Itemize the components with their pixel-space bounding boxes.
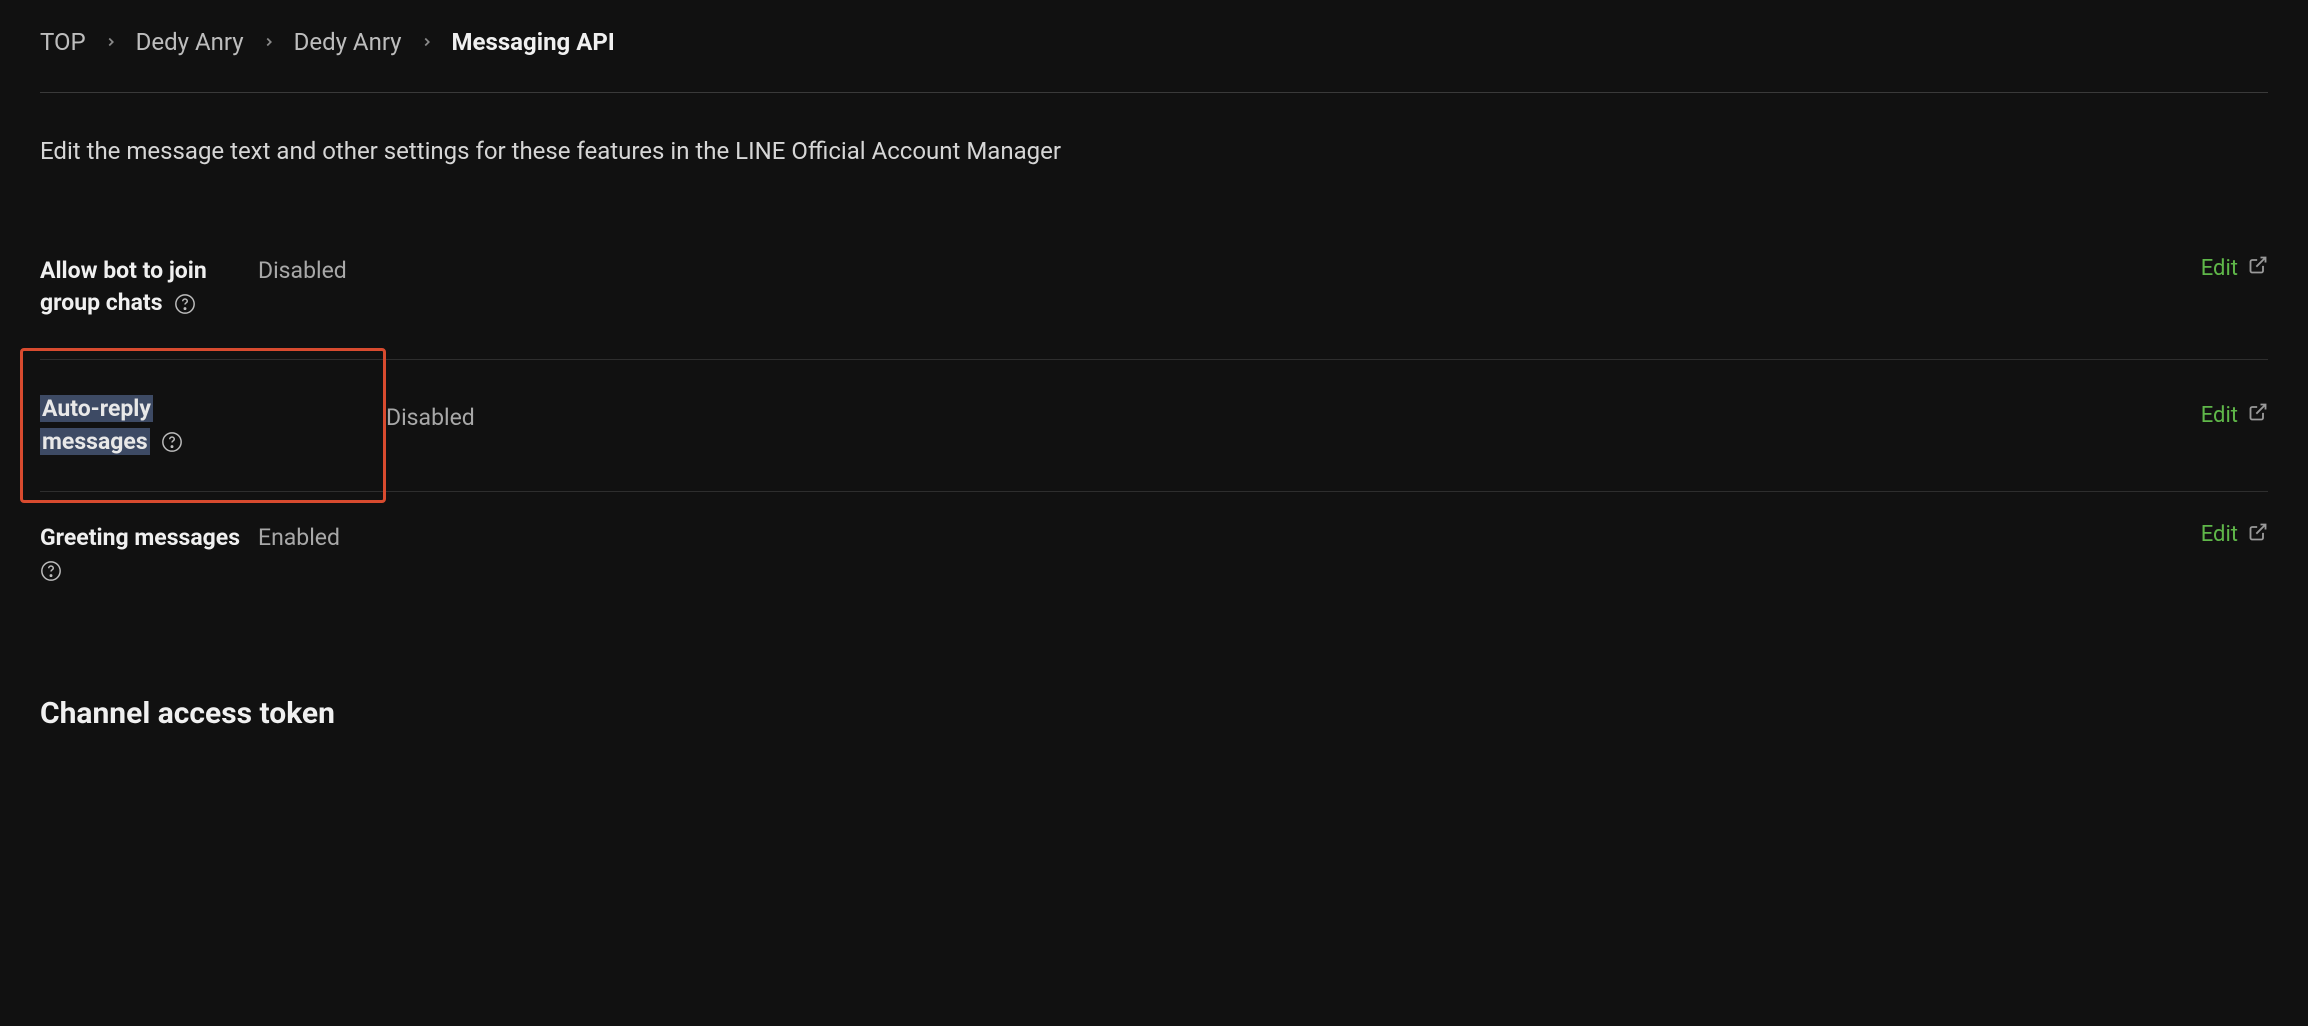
edit-link-text: Edit [2201, 256, 2238, 281]
breadcrumb-item-provider[interactable]: Dedy Anry [136, 28, 244, 56]
help-icon[interactable] [161, 431, 183, 453]
setting-value-allow-bot: Disabled [258, 255, 2268, 287]
edit-link-auto-reply[interactable]: Edit [2201, 402, 2268, 428]
setting-label-greeting: Greeting messages [40, 522, 258, 586]
setting-label-auto-reply: Auto-reply messages [40, 393, 258, 457]
highlighted-annotation-box: Auto-reply messages [20, 348, 386, 502]
setting-row-auto-reply: Auto-reply messages Disabled Edit [40, 360, 2268, 491]
setting-row-allow-bot: Allow bot to join group chats Disabled E… [40, 225, 2268, 360]
settings-group: Allow bot to join group chats Disabled E… [40, 225, 2268, 626]
highlighted-label-line1: Auto-reply [40, 395, 153, 422]
edit-link-allow-bot[interactable]: Edit [2201, 255, 2268, 281]
highlighted-label-line2: messages [40, 428, 150, 455]
edit-link-text: Edit [2201, 522, 2238, 547]
setting-label-text: Greeting messages [40, 524, 240, 551]
external-link-icon [2248, 522, 2268, 548]
edit-link-text: Edit [2201, 403, 2238, 428]
breadcrumb-item-current: Messaging API [452, 28, 615, 56]
section-title-channel-access-token: Channel access token [40, 696, 2268, 731]
breadcrumb-item-top[interactable]: TOP [40, 28, 86, 56]
setting-value-auto-reply: Disabled [386, 360, 2268, 434]
chevron-right-icon [420, 35, 434, 49]
setting-value-greeting: Enabled [258, 522, 2268, 554]
page-description: Edit the message text and other settings… [40, 137, 2268, 165]
help-icon[interactable] [40, 560, 62, 582]
external-link-icon [2248, 402, 2268, 428]
breadcrumb: TOP Dedy Anry Dedy Anry Messaging API [40, 28, 2268, 93]
setting-row-greeting: Greeting messages Enabled Edit [40, 492, 2268, 626]
breadcrumb-item-channel[interactable]: Dedy Anry [294, 28, 402, 56]
chevron-right-icon [104, 35, 118, 49]
help-icon[interactable] [174, 293, 196, 315]
external-link-icon [2248, 255, 2268, 281]
edit-link-greeting[interactable]: Edit [2201, 522, 2268, 548]
setting-label-allow-bot: Allow bot to join group chats [40, 255, 258, 319]
chevron-right-icon [262, 35, 276, 49]
